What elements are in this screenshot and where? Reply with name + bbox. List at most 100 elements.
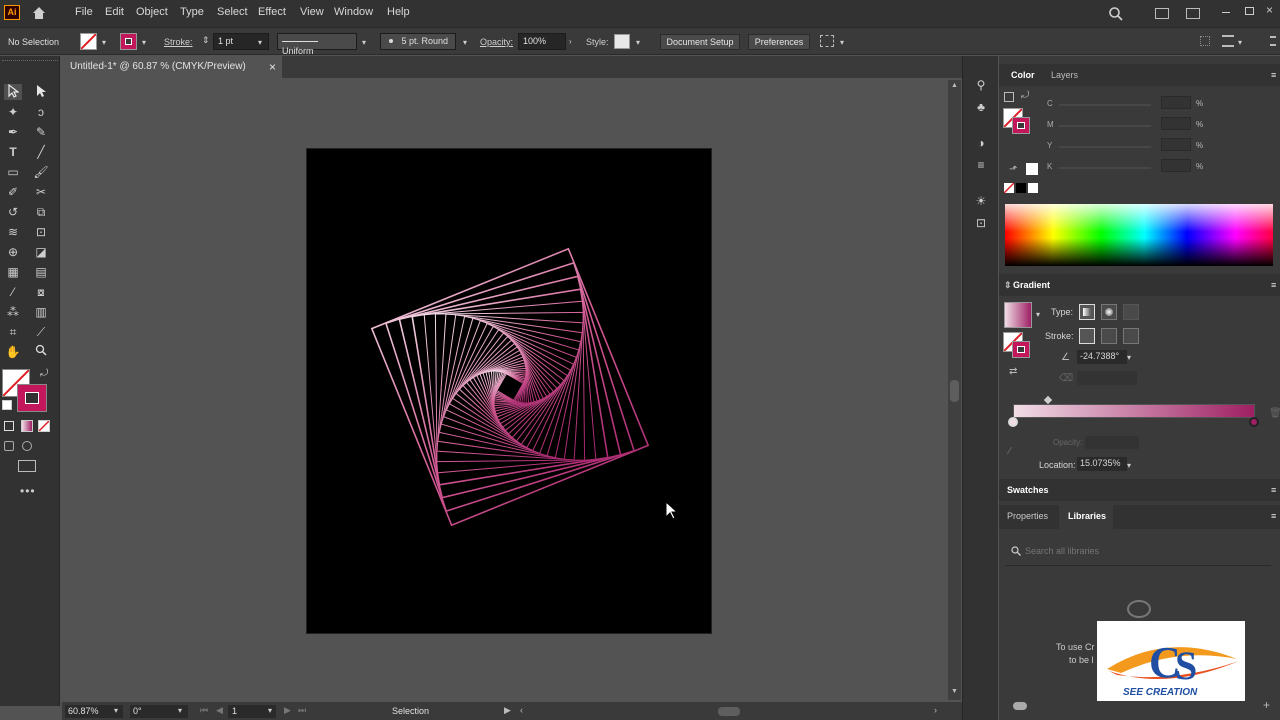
opacity-label[interactable]: Opacity: — [480, 37, 513, 47]
export-panel-icon[interactable]: ⊡ — [973, 216, 989, 230]
libraries-search[interactable] — [1005, 538, 1271, 566]
curvature-icon[interactable]: ✎ — [32, 124, 50, 140]
color-fill-swatch[interactable] — [1004, 92, 1014, 102]
angle-dropdown-icon[interactable]: ▾ — [1127, 353, 1131, 362]
gradient-opacity-field[interactable] — [1085, 436, 1139, 449]
edit-toolbar-icon[interactable]: ••• — [20, 484, 36, 498]
black-swatch[interactable] — [1016, 183, 1026, 193]
symbol-sprayer-icon[interactable]: ⁂ — [4, 304, 22, 320]
stroke-within-button[interactable] — [1079, 328, 1095, 344]
last-artboard-icon[interactable]: ⏭ — [298, 705, 306, 716]
channel-c-field[interactable] — [1161, 96, 1191, 109]
align-icon[interactable] — [820, 35, 834, 47]
selection-tool-icon[interactable] — [4, 83, 22, 100]
control-options-icon[interactable] — [1222, 35, 1234, 47]
angle-field[interactable]: -24.7388° — [1077, 350, 1127, 364]
appearance-panel-icon[interactable]: ◑ — [973, 136, 989, 150]
stroke-label[interactable]: Stroke: — [164, 37, 193, 47]
free-transform-icon[interactable]: ⊡ — [32, 224, 50, 240]
radial-gradient-button[interactable] — [1101, 304, 1117, 320]
artboard-dropdown-icon[interactable]: ▾ — [268, 706, 272, 715]
close-window-icon[interactable]: × — [1266, 3, 1273, 17]
perspective-grid-icon[interactable]: ◪ — [32, 244, 50, 260]
delete-stop-icon[interactable]: 🗑 — [1269, 408, 1280, 419]
freeform-gradient-button[interactable] — [1123, 304, 1139, 320]
tab-color[interactable]: Color — [1011, 70, 1035, 80]
first-artboard-icon[interactable]: ⏮ — [200, 705, 208, 716]
gradient-preset-dropdown-icon[interactable]: ▾ — [1036, 310, 1040, 319]
shaper-icon[interactable]: ✐ — [4, 184, 22, 200]
hscroll-left-icon[interactable]: ‹ — [520, 705, 523, 715]
home-icon[interactable] — [31, 5, 47, 21]
vertical-scrollbar[interactable]: ▲ ▼ — [948, 80, 961, 700]
warp-icon[interactable]: ≋ — [4, 224, 22, 240]
artboard-icon[interactable]: ⌗ — [4, 324, 22, 340]
direct-selection-icon[interactable] — [32, 84, 50, 100]
gradient-panel-menu-icon[interactable]: ≡ — [1271, 280, 1276, 290]
menu-select[interactable]: Select — [217, 6, 248, 18]
minimize-icon[interactable] — [1222, 12, 1230, 13]
add-library-icon[interactable]: + — [1263, 698, 1270, 712]
properties-panel-icon[interactable]: ⚲ — [973, 78, 989, 92]
horizontal-scroll-thumb[interactable] — [718, 707, 740, 716]
mesh-icon[interactable]: ▦ — [4, 264, 22, 280]
zoom-dropdown-icon[interactable]: ▾ — [114, 706, 118, 715]
menu-object[interactable]: Object — [136, 6, 168, 18]
brush-definition[interactable]: 5 pt. Round — [380, 33, 456, 50]
symbols-panel-icon[interactable]: ♣ — [973, 100, 989, 114]
hand-icon[interactable]: ✋ — [4, 344, 22, 360]
stroke-indicator[interactable] — [17, 384, 47, 412]
gradient-mode-icon[interactable] — [21, 420, 33, 432]
paintbrush-icon[interactable]: 🖌 — [32, 164, 50, 180]
channel-k-field[interactable] — [1161, 159, 1191, 172]
libraries-menu-icon[interactable]: ≡ — [1271, 511, 1276, 521]
arrange-docs-icon[interactable] — [1155, 8, 1169, 19]
gradient-collapse-icon[interactable]: ⇕ — [1004, 280, 1012, 291]
scroll-up-icon[interactable]: ▲ — [951, 82, 958, 89]
rotate-dropdown-icon[interactable]: ▾ — [178, 706, 182, 715]
menu-help[interactable]: Help — [387, 6, 410, 18]
brush-dropdown-icon[interactable]: ▾ — [463, 38, 467, 47]
zoom-icon[interactable] — [32, 344, 50, 360]
status-menu-icon[interactable]: ▶ — [504, 705, 511, 716]
menu-effect[interactable]: Effect — [258, 6, 286, 18]
last-color-swatch[interactable] — [1026, 163, 1038, 175]
document-setup-button[interactable]: Document Setup — [660, 34, 740, 50]
stop-eyedropper-icon[interactable]: ⁄ — [1009, 446, 1011, 457]
close-tab-icon[interactable]: × — [269, 60, 276, 74]
libraries-search-input[interactable] — [1025, 544, 1255, 558]
linear-gradient-button[interactable] — [1079, 304, 1095, 320]
color-spectrum[interactable] — [1005, 204, 1273, 266]
cloud-sync-icon[interactable] — [1013, 702, 1027, 710]
spiral-artwork[interactable] — [307, 149, 713, 635]
swap-fill-stroke-icon[interactable]: ⤾ — [40, 368, 48, 379]
restore-icon[interactable] — [1245, 7, 1254, 15]
document-tab[interactable]: Untitled-1* @ 60.87 % (CMYK/Preview) × — [62, 56, 282, 78]
rectangle-icon[interactable]: ▭ — [4, 164, 22, 180]
gradient-stop-start[interactable] — [1008, 417, 1018, 427]
stroke-along-button[interactable] — [1101, 328, 1117, 344]
control-options-dropdown-icon[interactable]: ▾ — [1238, 38, 1242, 47]
none-mode-icon[interactable] — [38, 420, 50, 432]
color-panel-menu-icon[interactable]: ≡ — [1271, 70, 1276, 80]
workspace-icon[interactable] — [1186, 8, 1200, 19]
channel-y-slider[interactable] — [1059, 146, 1151, 148]
align-dropdown-icon[interactable]: ▾ — [840, 38, 844, 47]
scissors-icon[interactable]: ✂ — [32, 184, 50, 200]
gradient-midpoint-marker[interactable] — [1043, 395, 1053, 405]
screen-mode-icon[interactable] — [18, 460, 36, 472]
prev-artboard-icon[interactable]: ◀ — [216, 705, 223, 716]
preferences-button[interactable]: Preferences — [748, 34, 810, 50]
channel-c-slider[interactable] — [1059, 104, 1151, 106]
gradient-preview-swatch[interactable] — [1004, 302, 1032, 328]
channel-k-slider[interactable] — [1059, 167, 1151, 169]
scroll-thumb[interactable] — [950, 380, 959, 402]
shape-builder-icon[interactable]: ⊕ — [4, 244, 22, 260]
stroke-weight-dropdown-icon[interactable]: ▾ — [258, 38, 262, 47]
eyedropper-icon[interactable]: ⁄ — [4, 284, 22, 300]
pen-icon[interactable]: ✒ — [4, 124, 22, 140]
transparency-panel-icon[interactable]: ☀ — [973, 194, 989, 208]
magic-wand-icon[interactable]: ✦ — [4, 104, 22, 120]
swatches-menu-icon[interactable]: ≡ — [1271, 485, 1276, 495]
location-field[interactable]: 15.0735% — [1077, 457, 1127, 471]
